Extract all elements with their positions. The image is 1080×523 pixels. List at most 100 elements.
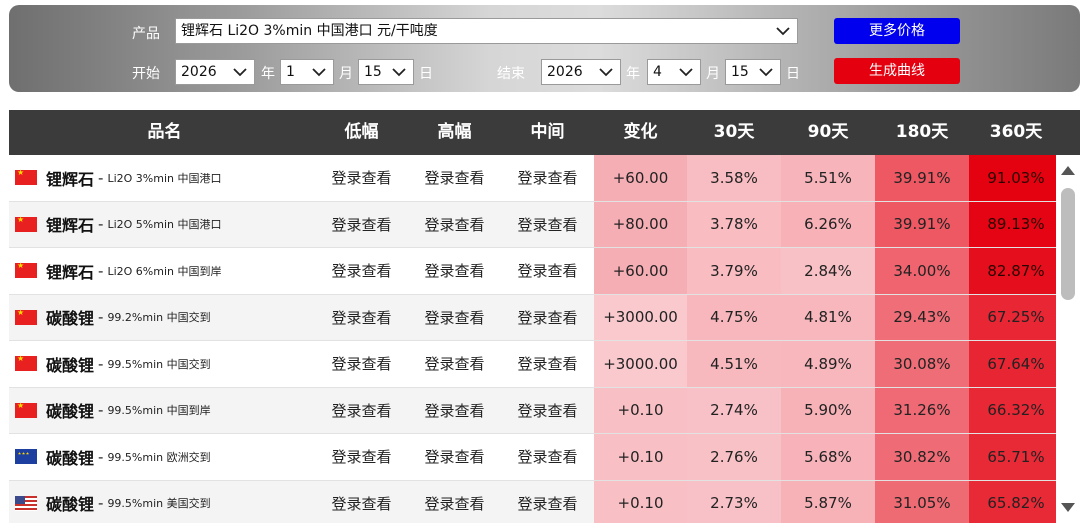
login-to-view-link[interactable]: 登录查看 <box>315 434 408 480</box>
product-name-cell[interactable]: 锂辉石-Li2O 5%min 中国港口 <box>9 202 315 248</box>
chevron-down-icon <box>392 68 406 77</box>
name-separator: - <box>98 401 104 420</box>
pct-cell-d360: 67.25% <box>969 294 1056 340</box>
pct-cell-d360: 66.32% <box>969 387 1056 433</box>
control-panel: 产品 锂辉石 Li2O 3%min 中国港口 元/干吨度 更多价格 开始 202… <box>9 5 1080 92</box>
product-spec: Li2O 6%min 中国到岸 <box>107 264 222 278</box>
start-year-select[interactable]: 2026 <box>175 59 255 85</box>
pct-cell-d90: 4.89% <box>781 341 875 387</box>
product-name-cell[interactable]: 碳酸锂-99.5%min 中国到岸 <box>9 388 315 434</box>
table-row[interactable]: 碳酸锂 -99.5%min 美国交到 登录查看 登录查看 登录查看 +0.10 2.73% 5… <box>9 480 1056 523</box>
product-name: 锂辉石 <box>46 216 95 236</box>
pct-cell-d30: 2.73% <box>687 480 781 523</box>
login-to-view-link[interactable]: 登录查看 <box>408 341 501 387</box>
table-row[interactable]: 碳酸锂-99.2%min 中国交到登录查看登录查看登录查看+3000.004.7… <box>9 294 1056 341</box>
pct-cell-d180: 31.05% <box>875 480 969 523</box>
pct-cell-d30: 3.79% <box>687 248 781 294</box>
table-row[interactable]: 碳酸锂-99.5%min 中国交到登录查看登录查看登录查看+3000.004.5… <box>9 341 1056 388</box>
pct-cell-d180: 34.00% <box>875 248 969 294</box>
product-spec: 99.5%min 美国交到 <box>107 497 211 511</box>
name-separator: - <box>98 261 104 280</box>
login-to-view-link[interactable]: 登录查看 <box>501 295 594 341</box>
product-name: 锂辉石 <box>46 169 95 189</box>
pct-cell-d180: 30.82% <box>875 434 969 480</box>
login-to-view-link[interactable]: 登录查看 <box>408 295 501 341</box>
scrollbar-thumb[interactable] <box>1061 188 1075 300</box>
scroll-up-icon[interactable] <box>1060 164 1076 176</box>
name-separator: - <box>98 168 104 187</box>
table-row[interactable]: 锂辉石-Li2O 3%min 中国港口登录查看登录查看登录查看+60.003.5… <box>9 155 1056 202</box>
login-to-view-link[interactable]: 登录查看 <box>315 202 408 248</box>
chevron-down-icon <box>233 68 247 77</box>
login-to-view-link[interactable]: 登录查看 <box>408 202 501 248</box>
login-to-view-link[interactable]: 登录查看 <box>315 155 408 201</box>
pct-cell-d30: 2.76% <box>687 434 781 480</box>
table-row[interactable]: 碳酸锂-99.5%min 中国到岸登录查看登录查看登录查看+0.102.74%5… <box>9 387 1056 434</box>
login-to-view-link[interactable]: 登录查看 <box>501 155 594 201</box>
login-to-view-link[interactable]: 登录查看 <box>315 341 408 387</box>
china-flag-icon <box>15 261 37 279</box>
login-to-view-link[interactable]: 登录查看 <box>501 248 594 294</box>
login-to-view-link[interactable]: 登录查看 <box>408 388 501 434</box>
product-name-cell[interactable]: 锂辉石-Li2O 6%min 中国到岸 <box>9 248 315 294</box>
login-to-view-link[interactable]: 登录查看 <box>315 248 408 294</box>
table-row[interactable]: 碳酸锂-99.5%min 欧洲交到登录查看登录查看登录查看+0.102.76%5… <box>9 434 1056 481</box>
product-name-cell[interactable]: 碳酸锂-99.2%min 中国交到 <box>9 295 315 341</box>
end-month-select[interactable]: 4 <box>647 59 701 85</box>
product-spec: Li2O 5%min 中国港口 <box>107 218 222 232</box>
china-flag-icon <box>15 401 37 418</box>
product-name-cell[interactable]: 锂辉石-Li2O 3%min 中国港口 <box>9 155 315 201</box>
pct-cell-d360: 65.71% <box>969 434 1056 480</box>
name-separator: - <box>98 215 104 234</box>
more-price-button[interactable]: 更多价格 <box>834 18 960 44</box>
china-flag-icon <box>15 308 37 325</box>
login-to-view-link[interactable]: 登录查看 <box>501 202 594 248</box>
scrollbar[interactable] <box>1057 160 1079 523</box>
login-to-view-link[interactable]: 登录查看 <box>501 341 594 387</box>
table-row[interactable]: 锂辉石-Li2O 5%min 中国港口登录查看登录查看登录查看+80.003.7… <box>9 201 1056 248</box>
product-name-cell[interactable]: 碳酸锂 -99.5%min 美国交到 <box>9 481 315 523</box>
start-year-value: 2026 <box>181 64 217 80</box>
pct-cell-d30: 3.58% <box>687 155 781 201</box>
login-to-view-link[interactable]: 登录查看 <box>408 481 501 523</box>
login-to-view-link[interactable]: 登录查看 <box>501 388 594 434</box>
pct-cell-d90: 5.87% <box>781 480 875 523</box>
scroll-down-icon[interactable] <box>1060 502 1076 514</box>
table-row[interactable]: 锂辉石-Li2O 6%min 中国到岸登录查看登录查看登录查看+60.003.7… <box>9 248 1056 295</box>
start-month-unit: 月 <box>339 66 353 82</box>
login-to-view-link[interactable]: 登录查看 <box>315 295 408 341</box>
start-month-select[interactable]: 1 <box>280 59 334 85</box>
product-name: 碳酸锂 <box>46 402 95 422</box>
pct-cell-d90: 5.68% <box>781 434 875 480</box>
end-day-select[interactable]: 15 <box>725 59 781 85</box>
end-label: 结束 <box>497 66 525 82</box>
name-separator: - <box>98 354 104 373</box>
change-cell: +0.10 <box>594 480 687 523</box>
login-to-view-link[interactable]: 登录查看 <box>501 481 594 523</box>
generate-curve-button[interactable]: 生成曲线 <box>834 58 960 84</box>
chevron-down-icon <box>759 68 773 77</box>
product-name-cell[interactable]: 碳酸锂-99.5%min 中国交到 <box>9 341 315 387</box>
pct-cell-d90: 4.81% <box>781 294 875 340</box>
end-year-select[interactable]: 2026 <box>541 59 621 85</box>
login-to-view-link[interactable]: 登录查看 <box>408 155 501 201</box>
login-to-view-link[interactable]: 登录查看 <box>408 434 501 480</box>
pct-cell-d360: 65.82% <box>969 480 1056 523</box>
product-spec: 99.5%min 中国到岸 <box>107 404 211 418</box>
pct-cell-d360: 89.13% <box>969 201 1056 247</box>
start-day-select[interactable]: 15 <box>358 59 414 85</box>
login-to-view-link[interactable]: 登录查看 <box>408 248 501 294</box>
login-to-view-link[interactable]: 登录查看 <box>315 481 408 523</box>
login-to-view-link[interactable]: 登录查看 <box>501 434 594 480</box>
change-cell: +0.10 <box>594 387 687 433</box>
pct-cell-d90: 5.90% <box>781 387 875 433</box>
product-name: 碳酸锂 <box>46 448 95 468</box>
col-header-180d: 180天 <box>895 122 949 142</box>
start-day-unit: 日 <box>419 66 433 82</box>
product-select[interactable]: 锂辉石 Li2O 3%min 中国港口 元/干吨度 <box>175 18 798 44</box>
pct-cell-d30: 2.74% <box>687 387 781 433</box>
product-name-cell[interactable]: 碳酸锂-99.5%min 欧洲交到 <box>9 434 315 480</box>
usa-flag-icon <box>15 495 37 511</box>
product-spec: 99.5%min 欧洲交到 <box>107 450 211 464</box>
login-to-view-link[interactable]: 登录查看 <box>315 388 408 434</box>
